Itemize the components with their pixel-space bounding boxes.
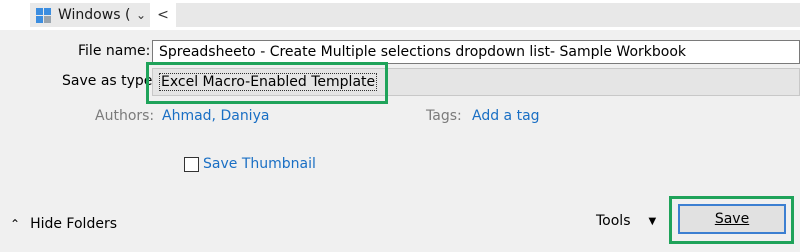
file-name-value: Spreadsheeto - Create Multiple selection… — [159, 44, 686, 60]
file-name-label: File name: — [78, 43, 151, 59]
save-button[interactable]: Save — [678, 204, 786, 234]
dropdown-triangle-icon: ▼ — [648, 215, 657, 227]
horizontal-scrollbar[interactable] — [176, 3, 800, 27]
chevron-left-icon[interactable]: < — [150, 3, 176, 27]
tools-menu-button[interactable]: Tools ▼ — [596, 210, 656, 232]
save-button-label: Save — [714, 211, 750, 227]
save-as-type-label: Save as type: — [62, 73, 158, 89]
save-as-type-select[interactable]: Excel Macro-Enabled Template — [152, 68, 800, 96]
authors-label: Authors: — [95, 108, 155, 124]
hide-folders-button[interactable]: ⌃ Hide Folders — [10, 214, 117, 234]
save-thumbnail-option[interactable]: Save Thumbnail — [184, 154, 316, 174]
file-name-input[interactable]: Spreadsheeto - Create Multiple selection… — [152, 40, 800, 64]
folder-tree-item[interactable]: Windows ( — [30, 3, 148, 27]
windows-drive-icon — [30, 3, 58, 27]
authors-value[interactable]: Ahmad, Daniya — [162, 108, 269, 124]
hide-folders-label: Hide Folders — [30, 216, 117, 232]
save-thumbnail-checkbox[interactable] — [184, 156, 199, 172]
folder-tree-label: Windows ( — [58, 7, 131, 23]
tools-label: Tools — [596, 213, 631, 229]
tags-input[interactable]: Add a tag — [472, 108, 540, 124]
chevron-down-icon[interactable]: ⌄ — [132, 3, 150, 27]
chevron-up-icon: ⌃ — [10, 217, 21, 231]
save-thumbnail-label: Save Thumbnail — [203, 156, 316, 172]
save-as-type-value: Excel Macro-Enabled Template — [159, 73, 378, 91]
navigation-bar: Windows ( ⌄ < — [0, 0, 800, 30]
tags-label: Tags: — [426, 108, 462, 124]
